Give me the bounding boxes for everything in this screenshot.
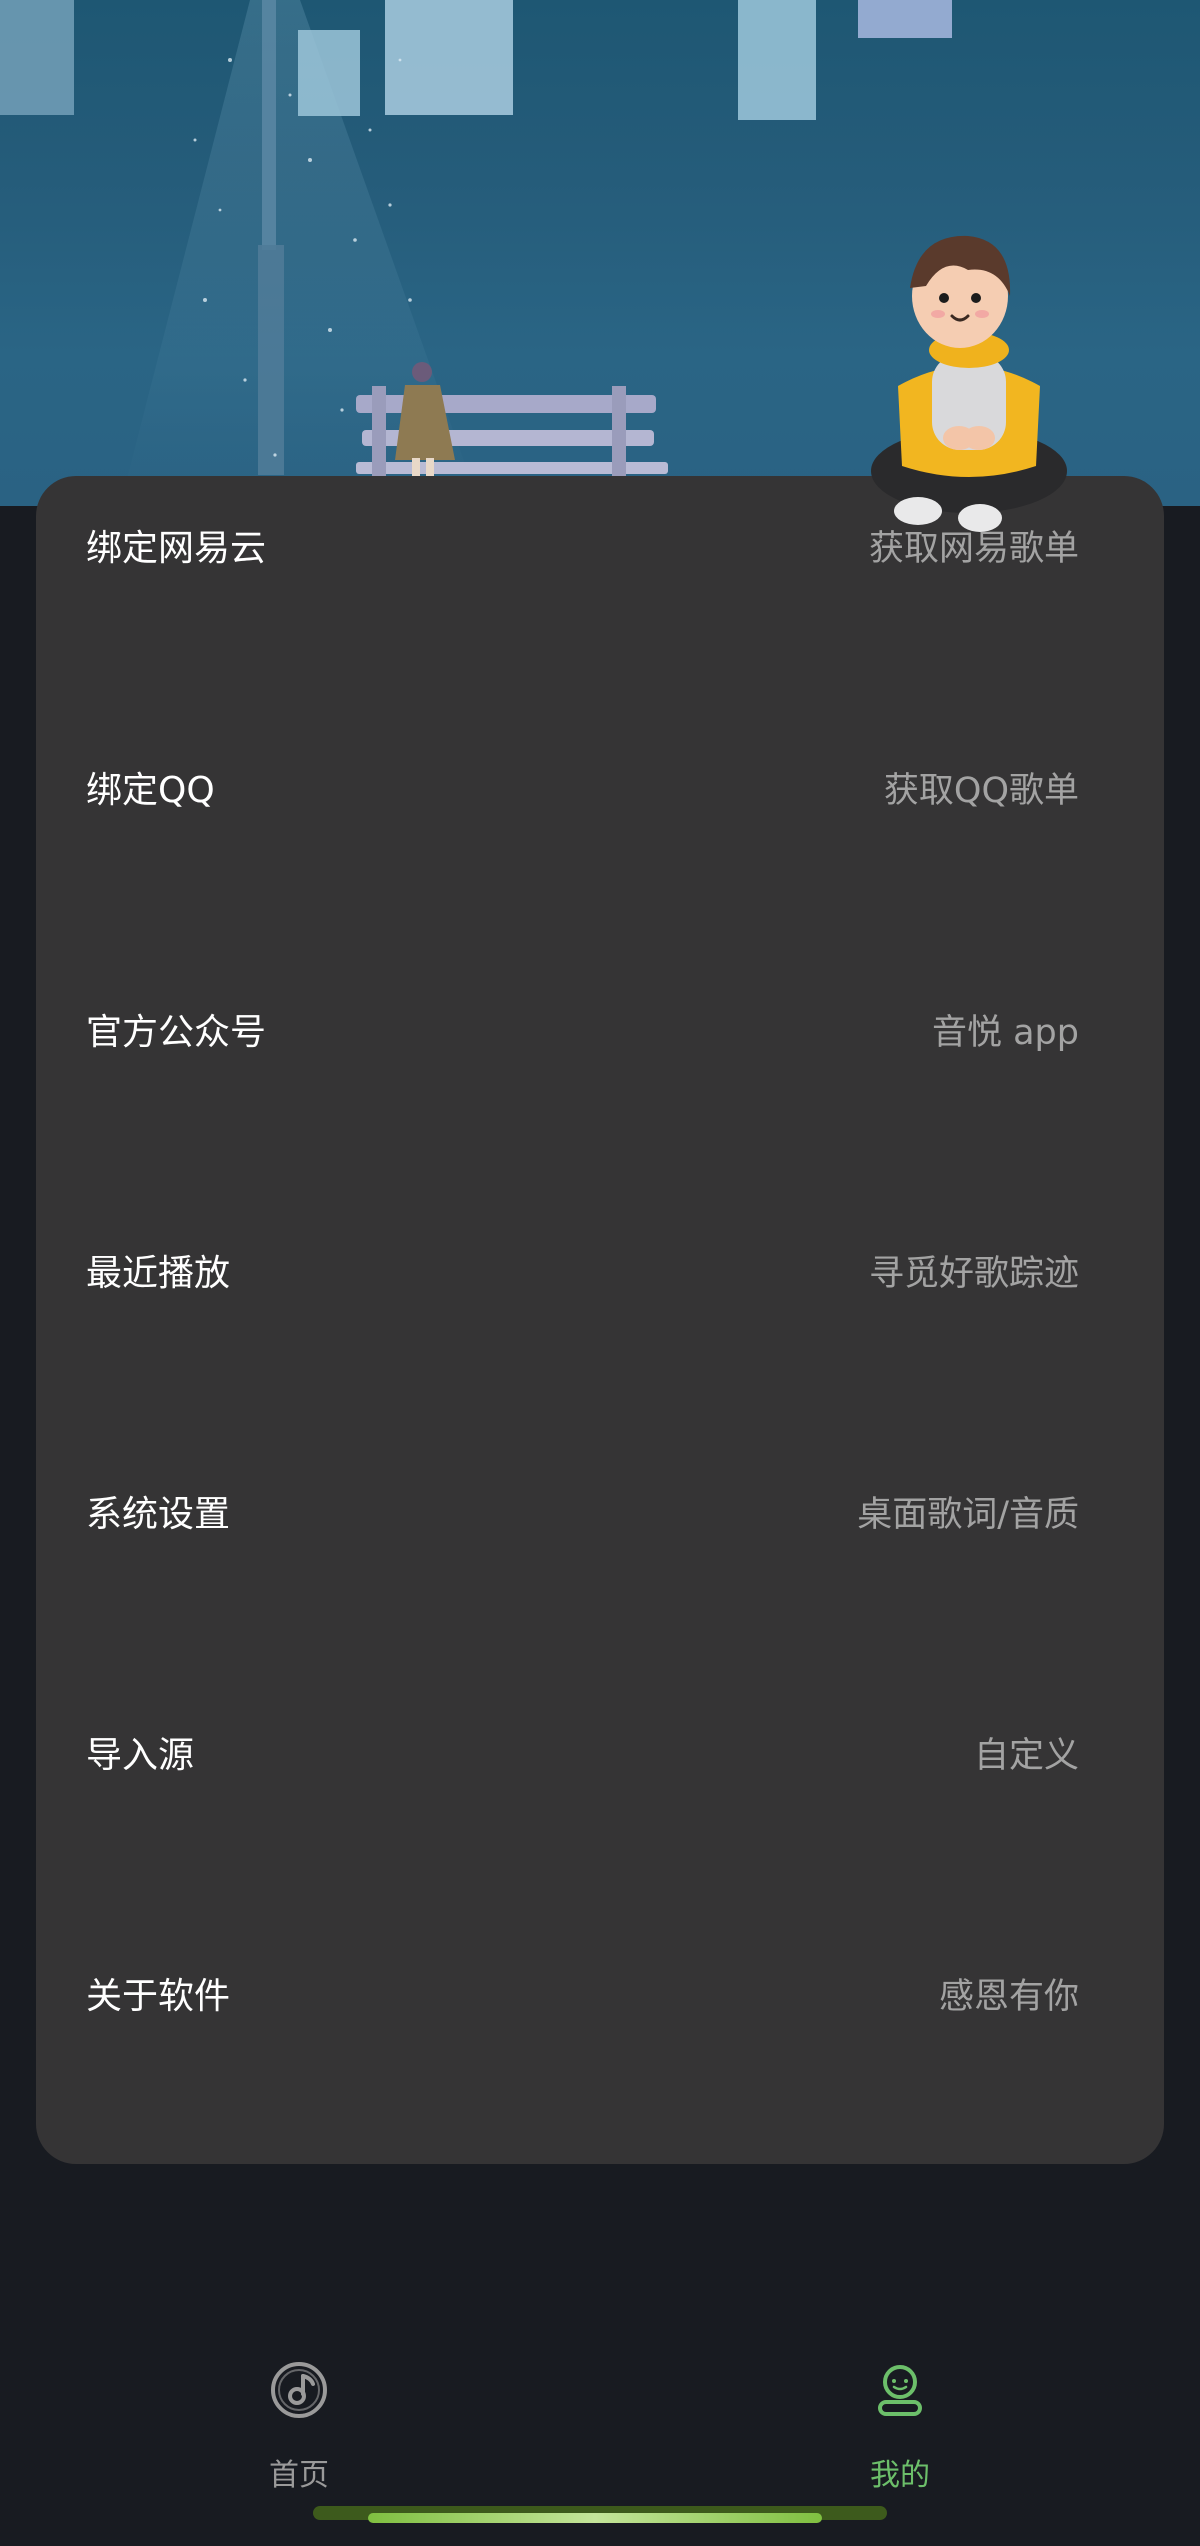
menu-item-hint: 桌面歌词/音质 [857,1495,1079,1535]
home-indicator[interactable] [368,2513,822,2523]
tab-home[interactable]: 首页 [229,2360,369,2510]
menu-item-label: 官方公众号 [86,1012,267,1053]
music-disc-icon [271,2362,327,2418]
menu-item-bind-qq[interactable]: 绑定QQ 获取QQ歌单 [36,718,1164,960]
menu-item-official-account[interactable]: 官方公众号 音悦 app [36,960,1164,1202]
avatar-mascot[interactable] [858,226,1080,542]
menu-item-import-source[interactable]: 导入源 自定义 [36,1683,1164,1925]
tab-mine-label: 我的 [870,2458,930,2493]
menu-item-hint: 获取QQ歌单 [883,771,1079,811]
tab-mine[interactable]: 我的 [830,2360,970,2510]
tab-home-label: 首页 [269,2458,329,2493]
menu-item-label: 绑定QQ [86,770,215,811]
menu-item-hint: 感恩有你 [938,1977,1079,2017]
menu-card: 绑定网易云 获取网易歌单 绑定QQ 获取QQ歌单 官方公众号 音悦 app 最近… [36,476,1164,2164]
menu-item-hint: 音悦 app [931,1013,1079,1053]
menu-item-label: 导入源 [86,1735,195,1776]
menu-item-label: 绑定网易云 [86,528,267,569]
menu-item-hint: 寻觅好歌踪迹 [868,1254,1079,1294]
user-icon [878,2365,922,2416]
menu-item-hint: 自定义 [973,1736,1079,1776]
menu-item-label: 关于软件 [86,1976,231,2017]
menu-item-settings[interactable]: 系统设置 桌面歌词/音质 [36,1442,1164,1684]
menu-item-about[interactable]: 关于软件 感恩有你 [36,1924,1164,2166]
menu-item-label: 最近播放 [86,1253,231,1294]
menu-item-label: 系统设置 [86,1494,231,1535]
menu-item-recent-play[interactable]: 最近播放 寻觅好歌踪迹 [36,1201,1164,1443]
